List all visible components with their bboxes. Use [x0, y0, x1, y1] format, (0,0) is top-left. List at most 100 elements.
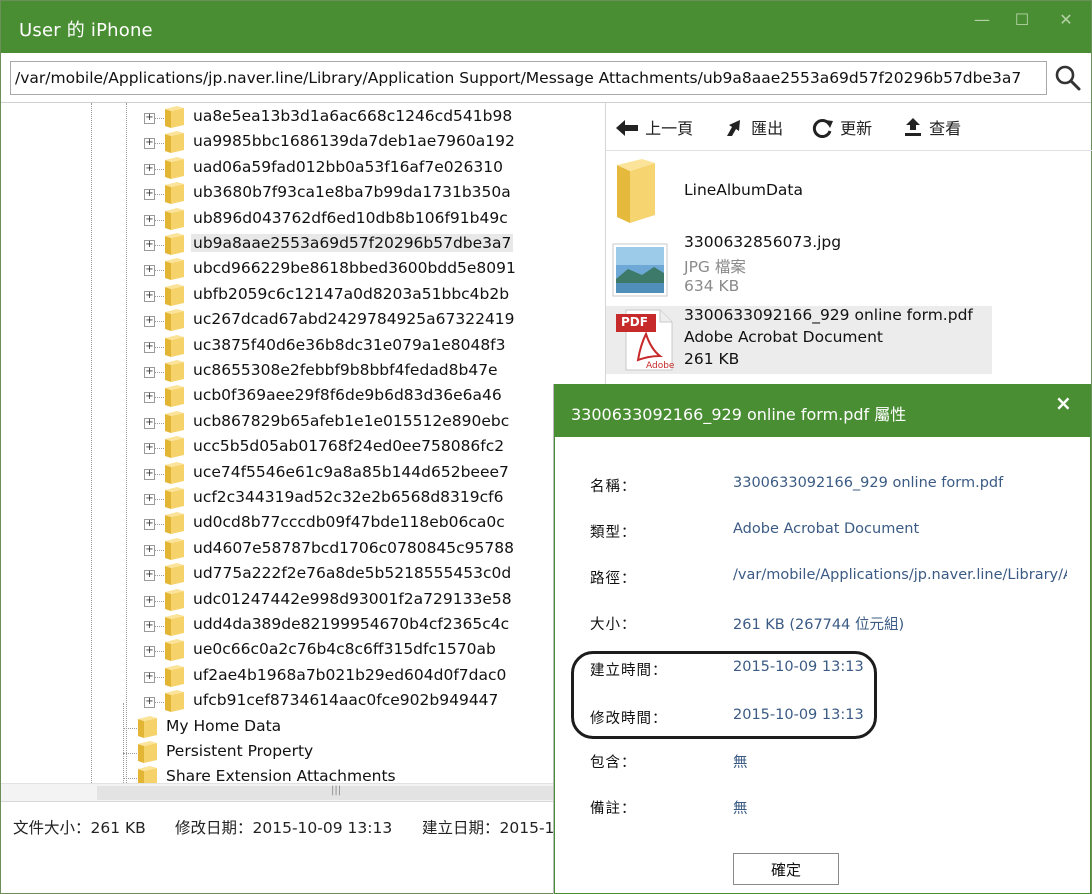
export-button[interactable]: 匯出	[724, 115, 783, 141]
folder-icon-wrap	[164, 283, 185, 306]
folder-icon-wrap	[164, 639, 185, 662]
property-value: 無	[733, 755, 748, 771]
ok-button[interactable]: 確定	[733, 853, 839, 885]
tree-connector	[155, 143, 164, 145]
folder-icon	[165, 461, 184, 484]
folder-tree[interactable]: + ua8e5ea13b3d1a6ac668c1246cd541b98 + ua998…	[1, 103, 554, 783]
property-value: /var/mobile/Applications/jp.naver.line/L…	[733, 567, 1067, 583]
expand-icon[interactable]: +	[144, 367, 155, 378]
expand-icon[interactable]: +	[144, 519, 155, 531]
expand-icon[interactable]: +	[144, 570, 155, 582]
folder-icon-wrap	[164, 690, 185, 713]
tree-folder-label: ub9a8aae2553a69d57f20296b57dbe3a7	[191, 234, 514, 252]
expand-icon[interactable]: +	[144, 341, 155, 353]
tree-folder-label: ucc5b5d05ab01768f24ed0ee758086fc2	[193, 437, 505, 456]
expand-icon[interactable]: +	[144, 214, 155, 226]
search-button[interactable]	[1051, 61, 1085, 95]
folder-icon-wrap	[164, 461, 185, 484]
app-window: User 的 iPhone — ☐ ✕ + ua8e5ea13b3d1a6ac66…	[0, 0, 1092, 894]
property-label: 大小：	[590, 617, 637, 633]
export-icon	[727, 120, 740, 136]
window-title: User 的 iPhone	[19, 20, 153, 41]
expand-icon[interactable]: +	[144, 138, 155, 150]
tree-folder-label: ucb867829b65afeb1e1e015512e890ebc	[193, 411, 510, 430]
tree-folder-label: Persistent Property	[166, 742, 314, 760]
expand-icon[interactable]: +	[144, 443, 155, 455]
maximize-button[interactable]: ☐	[1007, 9, 1037, 31]
tree-horizontal-scrollbar[interactable]: |||	[1, 783, 554, 801]
tree-folder-label: ua9985bbc1686139da7deb1ae7960a192	[193, 132, 515, 151]
expand-icon[interactable]: +	[144, 494, 155, 505]
view-button[interactable]: 查看	[902, 115, 961, 141]
close-window-button[interactable]: ✕	[1051, 9, 1081, 31]
folder-icon-wrap	[164, 309, 185, 332]
folder-icon-wrap	[164, 487, 185, 509]
expand-icon[interactable]: +	[144, 595, 155, 607]
back-label: 上一頁	[645, 119, 694, 138]
expand-icon[interactable]: +	[144, 646, 155, 658]
folder-icon	[165, 106, 184, 128]
folder-icon	[165, 131, 184, 154]
expand-icon[interactable]: +	[144, 621, 155, 632]
scroll-grip-icon: |||	[331, 785, 342, 796]
folder-icon	[165, 436, 184, 459]
expand-icon[interactable]: +	[144, 113, 155, 124]
status-file-size: 文件大小：261 KB	[13, 819, 146, 837]
tree-connector	[123, 753, 137, 754]
refresh-button[interactable]: 更新	[811, 115, 872, 141]
folder-icon-wrap	[164, 334, 185, 357]
minimize-button[interactable]: —	[967, 9, 997, 31]
file-item-pdf[interactable]: PDF Adobe 3300633092166_929 online form.…	[606, 306, 992, 374]
tree-folder-label: My Home Data	[166, 716, 282, 735]
tree-connector	[155, 346, 164, 348]
folder-icon-wrap	[164, 436, 185, 459]
expand-icon[interactable]: +	[144, 316, 155, 328]
tree-connector	[155, 321, 164, 323]
folder-icon	[138, 766, 157, 783]
tree-connector	[155, 168, 164, 170]
expand-icon[interactable]: +	[144, 392, 155, 404]
export-label: 匯出	[751, 119, 784, 138]
tree-folder-label: ucf2c344319ad52c32e2b6568d8319cf6	[193, 488, 504, 506]
expand-icon[interactable]: +	[144, 265, 155, 277]
tree-connector	[155, 118, 164, 119]
dialog-title-bar: 3300633092166_929 online form.pdf 屬性 ×	[555, 385, 1090, 437]
property-value: 3300633092166_929 online form.pdf	[733, 475, 1004, 491]
folder-icon-wrap	[164, 410, 185, 433]
folder-icon	[165, 410, 184, 433]
scrollbar-thumb[interactable]	[97, 786, 553, 800]
expand-icon[interactable]: +	[144, 240, 155, 251]
tree-connector	[155, 524, 164, 526]
property-row: 類型： Adobe Acrobat Document	[555, 521, 1090, 545]
status-modified-date: 修改日期：2015-10-09 13:13	[175, 819, 393, 837]
properties-dialog: 3300633092166_929 online form.pdf 屬性 × 名…	[554, 384, 1091, 894]
property-row: 名稱： 3300633092166_929 online form.pdf	[555, 475, 1090, 499]
file-item-jpg[interactable]: 3300632856073.jpg JPG 檔案 634 KB	[606, 233, 992, 301]
expand-icon[interactable]: +	[144, 290, 155, 302]
property-row: 路徑： /var/mobile/Applications/jp.naver.lin…	[555, 567, 1090, 591]
expand-icon[interactable]: +	[144, 671, 155, 683]
path-input[interactable]	[10, 61, 1047, 95]
expand-icon[interactable]: +	[144, 189, 155, 201]
back-button[interactable]: 上一頁	[614, 115, 693, 141]
dialog-close-button[interactable]: ×	[1055, 391, 1072, 415]
file-item-folder[interactable]: LineAlbumData	[606, 157, 992, 225]
expand-icon[interactable]: +	[144, 544, 155, 556]
file-panel: 上一頁 匯出 更新 查看 LineAlbumData 3300632856073…	[605, 103, 1092, 393]
property-value: 261 KB (267744 位元組)	[733, 617, 905, 633]
expand-icon[interactable]: +	[144, 468, 155, 480]
folder-icon	[165, 664, 184, 687]
expand-icon[interactable]: +	[144, 163, 155, 175]
folder-icon-wrap	[164, 614, 185, 636]
expand-icon[interactable]: +	[144, 697, 155, 709]
tree-connector	[155, 651, 164, 653]
tree-connector	[155, 600, 164, 602]
tree-connector	[155, 499, 164, 500]
folder-icon-wrap	[137, 715, 158, 738]
file-name: LineAlbumData	[684, 181, 803, 199]
expand-icon[interactable]: +	[144, 417, 155, 429]
property-value: 無	[733, 801, 748, 817]
folder-icon	[165, 487, 184, 509]
folder-icon-wrap	[164, 131, 185, 154]
file-size: 261 KB	[684, 350, 740, 368]
